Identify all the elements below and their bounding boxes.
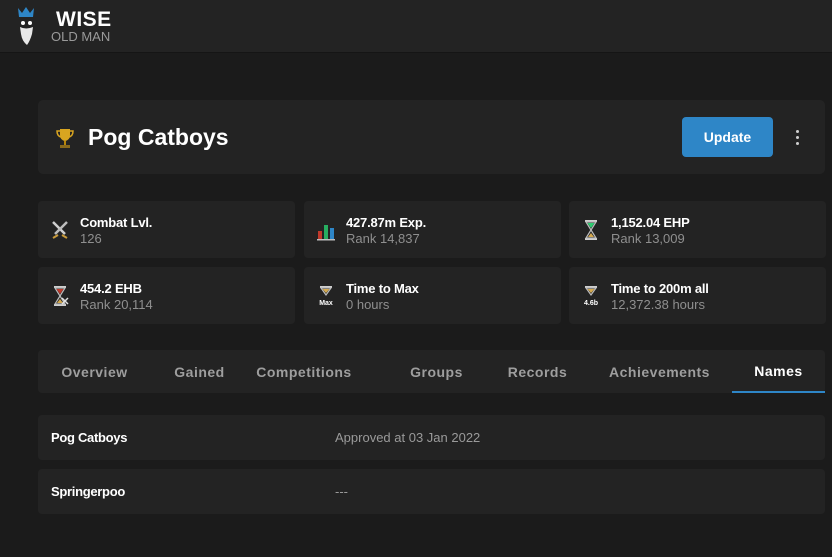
stat-card-time-to-200m: 4.6b Time to 200m all 12,372.38 hours bbox=[569, 267, 826, 324]
stat-label: 454.2 EHB bbox=[80, 281, 142, 296]
more-options-icon[interactable] bbox=[788, 126, 806, 148]
stat-value: 12,372.38 hours bbox=[611, 297, 705, 312]
top-navbar: WISE OLD MAN bbox=[0, 0, 832, 53]
stat-card-ehp: 1,152.04 EHP Rank 13,009 bbox=[569, 201, 826, 258]
max-hourglass-icon: Max bbox=[319, 286, 333, 307]
stat-value: 0 hours bbox=[346, 297, 390, 312]
status-cell: Approved at 03 Jan 2022 bbox=[335, 430, 481, 445]
max-icon-text: Max bbox=[319, 300, 333, 307]
name-cell[interactable]: Springerpoo bbox=[51, 484, 125, 499]
stat-label: Combat Lvl. bbox=[80, 215, 153, 230]
logo-subtitle: OLD MAN bbox=[51, 29, 111, 44]
stat-card-combat: Combat Lvl. 126 bbox=[38, 201, 295, 258]
stat-value: Rank 20,114 bbox=[80, 297, 153, 312]
combat-swords-icon bbox=[52, 221, 68, 239]
stat-label: Time to 200m all bbox=[611, 281, 709, 296]
stat-value: Rank 13,009 bbox=[611, 231, 685, 246]
table-row: Springerpoo --- bbox=[38, 469, 825, 514]
name-cell[interactable]: Pog Catboys bbox=[51, 430, 127, 445]
tab-achievements[interactable]: Achievements bbox=[587, 350, 732, 393]
stat-value: Rank 14,837 bbox=[346, 231, 420, 246]
stat-value: 126 bbox=[80, 231, 102, 246]
stat-label: 1,152.04 EHP bbox=[611, 215, 690, 230]
player-header-card: Pog Catboys Update bbox=[38, 100, 825, 174]
stat-label: 427.87m Exp. bbox=[346, 215, 426, 230]
stat-label: Time to Max bbox=[346, 281, 419, 296]
trophy-icon bbox=[56, 129, 74, 148]
tab-gained[interactable]: Gained bbox=[151, 350, 248, 393]
exp-chart-icon bbox=[317, 225, 335, 241]
tab-overview[interactable]: Overview bbox=[38, 350, 151, 393]
table-row: Pog Catboys Approved at 03 Jan 2022 bbox=[38, 415, 825, 460]
tab-records[interactable]: Records bbox=[488, 350, 587, 393]
status-cell: --- bbox=[335, 484, 348, 499]
tab-groups[interactable]: Groups bbox=[385, 350, 488, 393]
200m-icon-text: 4.6b bbox=[584, 300, 598, 307]
ehb-hourglass-icon bbox=[53, 286, 69, 306]
update-button[interactable]: Update bbox=[682, 117, 773, 157]
ehp-hourglass-icon bbox=[584, 220, 598, 240]
tab-names[interactable]: Names bbox=[732, 350, 825, 393]
player-tabs: Overview Gained Competitions Groups Reco… bbox=[38, 350, 825, 393]
logo-link[interactable]: WISE OLD MAN bbox=[14, 4, 114, 50]
200m-hourglass-icon: 4.6b bbox=[584, 286, 598, 307]
player-name: Pog Catboys bbox=[88, 124, 229, 150]
wise-old-man-logo-icon bbox=[18, 7, 34, 45]
stat-card-time-to-max: Max Time to Max 0 hours bbox=[304, 267, 561, 324]
tab-competitions[interactable]: Competitions bbox=[248, 350, 360, 393]
stat-card-exp: 427.87m Exp. Rank 14,837 bbox=[304, 201, 561, 258]
stat-card-ehb: 454.2 EHB Rank 20,114 bbox=[38, 267, 295, 324]
